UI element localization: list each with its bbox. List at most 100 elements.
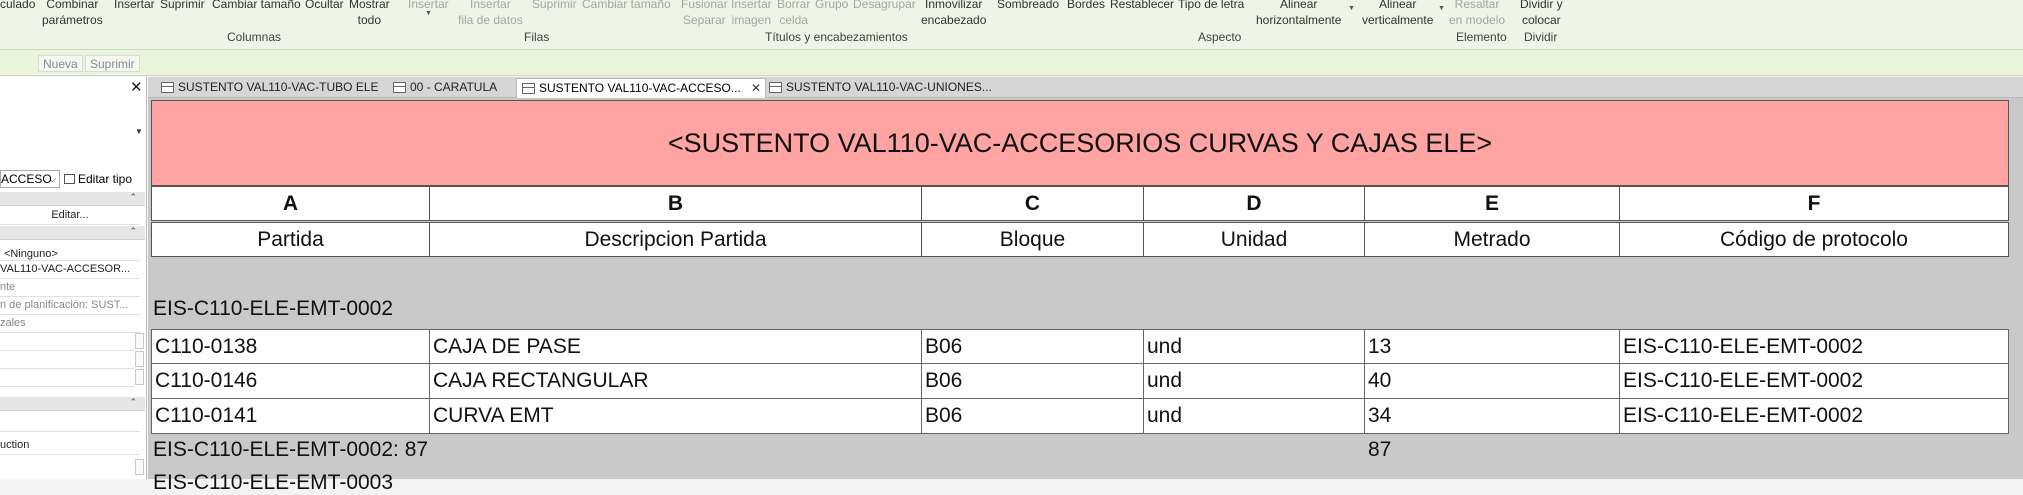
ribbon-group-label: Títulos y encabezamientos <box>765 30 908 44</box>
delete-button[interactable]: Suprimir <box>85 55 140 72</box>
next-group-header[interactable]: EIS-C110-ELE-EMT-0003 <box>153 471 393 495</box>
property-value-box[interactable] <box>135 351 144 367</box>
ribbon-button-label: Combinar <box>46 0 99 11</box>
view-tab[interactable]: 00 - CARATULA <box>388 78 516 98</box>
table-cell[interactable]: C110-0146 <box>151 364 430 399</box>
table-cell[interactable]: 40 <box>1365 364 1620 399</box>
table-cell[interactable]: EIS-C110-ELE-EMT-0002 <box>1620 399 2009 434</box>
column-header[interactable]: Unidad <box>1144 222 1365 257</box>
ribbon-button-label: Insertar <box>731 0 772 11</box>
property-value-box[interactable] <box>135 369 144 385</box>
table-cell[interactable]: CAJA DE PASE <box>430 329 922 364</box>
table-cell[interactable]: 34 <box>1365 399 1620 434</box>
table-cell[interactable]: B06 <box>922 399 1144 434</box>
column-letter-header[interactable]: A <box>151 186 430 221</box>
ribbon-button[interactable]: Mostrar todo <box>349 0 390 28</box>
ribbon-button[interactable]: Fusionar Separar <box>681 0 728 28</box>
insert-dropdown-arrow-icon[interactable]: ▼ <box>425 10 432 17</box>
schedule-view-icon <box>522 83 535 94</box>
ribbon-button[interactable]: Insertar imagen <box>731 0 772 28</box>
new-button[interactable]: Nueva <box>38 55 83 72</box>
ribbon-button[interactable]: Restablecer <box>1110 0 1174 12</box>
view-name-value[interactable]: VAL110-VAC-ACCESOR... <box>0 261 140 279</box>
ribbon-button[interactable]: Cambiar tamaño <box>582 0 671 12</box>
table-cell[interactable]: B06 <box>922 329 1144 364</box>
column-header[interactable]: Código de protocolo <box>1620 222 2009 257</box>
ribbon-button-label: Desagrupar <box>853 0 916 11</box>
schedule-view-icon <box>769 82 782 93</box>
column-header[interactable]: Partida <box>151 222 430 257</box>
ribbon-button[interactable]: Grupo <box>815 0 848 12</box>
property-row-zales: zales <box>0 315 140 333</box>
ribbon-button[interactable]: Desagrupar <box>853 0 916 12</box>
ribbon-button[interactable]: Resaltar en modelo <box>1449 0 1505 28</box>
section-header[interactable]: ⌃ <box>0 192 145 206</box>
ribbon-button-label: colocar <box>1521 13 1561 27</box>
ribbon-button[interactable]: Bordes <box>1067 0 1105 12</box>
ribbon-button[interactable]: Suprimir <box>160 0 205 12</box>
column-letter-header[interactable]: B <box>430 186 922 221</box>
table-cell[interactable]: und <box>1144 399 1365 434</box>
table-cell[interactable]: CAJA RECTANGULAR <box>430 364 922 399</box>
section-header[interactable]: ⌃ <box>0 226 145 240</box>
ribbon-button[interactable]: Alinear horizontalmente <box>1256 0 1341 28</box>
view-tabs: SUSTENTO VAL110-VAC-TUBO ELE 00 - CARATUL… <box>148 77 2023 98</box>
ribbon-button-label: verticalmente <box>1362 13 1434 27</box>
chevron-down-icon[interactable]: ▼ <box>135 127 143 136</box>
group-footer[interactable]: EIS-C110-ELE-EMT-0002: 87 <box>153 438 428 462</box>
align-vertical-dropdown-icon[interactable]: ▼ <box>1438 5 1445 12</box>
edit-type-button[interactable]: Editar tipo <box>64 170 132 188</box>
column-header[interactable]: Metrado <box>1365 222 1620 257</box>
ribbon-button-label: Bordes <box>1067 0 1106 11</box>
group-header[interactable]: EIS-C110-ELE-EMT-0002 <box>153 297 393 321</box>
column-letter-header[interactable]: F <box>1620 186 2009 221</box>
section-header[interactable]: ⌃ <box>0 397 145 411</box>
align-horizontal-dropdown-icon[interactable]: ▼ <box>1348 5 1355 12</box>
ribbon-button[interactable]: Insertar fila de datos <box>458 0 523 28</box>
column-header[interactable]: Descripcion Partida <box>430 222 922 257</box>
column-letter-header[interactable]: D <box>1144 186 1365 221</box>
view-tab[interactable]: SUSTENTO VAL110-VAC-ACCESO... ✕ <box>516 78 766 98</box>
ribbon-group-label: Filas <box>524 30 550 44</box>
table-cell[interactable]: und <box>1144 364 1365 399</box>
schedule-title[interactable]: <SUSTENTO VAL110-VAC-ACCESORIOS CURVAS Y… <box>151 100 2009 186</box>
table-cell[interactable]: und <box>1144 329 1365 364</box>
ribbon-button[interactable]: Borrar celda <box>777 0 810 28</box>
ribbon-button[interactable]: Sombreado <box>997 0 1059 12</box>
table-cell[interactable]: C110-0138 <box>151 329 430 364</box>
phase-filter-value[interactable]: <Ninguno> <box>0 247 140 261</box>
ribbon-button[interactable]: Insertar <box>114 0 155 12</box>
ribbon-button[interactable]: Cambiar tamaño <box>212 0 301 12</box>
ribbon-button-label: todo <box>357 13 382 27</box>
ribbon-button[interactable]: Dividir y colocar <box>1520 0 1563 28</box>
property-value-box[interactable] <box>135 333 144 349</box>
schedule-view: <SUSTENTO VAL110-VAC-ACCESORIOS CURVAS Y… <box>148 98 2023 494</box>
table-cell[interactable]: 13 <box>1365 329 1620 364</box>
column-letter-header[interactable]: E <box>1365 186 1620 221</box>
ribbon-button-label: en modelo <box>1449 13 1506 27</box>
ribbon-button[interactable]: Ocultar <box>305 0 344 12</box>
chevron-down-icon: ⌵ <box>49 174 56 184</box>
ribbon-button[interactable]: Alinear verticalmente <box>1362 0 1433 28</box>
ribbon-button[interactable]: Tipo de letra <box>1178 0 1244 12</box>
column-header[interactable]: Bloque <box>922 222 1144 257</box>
table-cell[interactable]: B06 <box>922 364 1144 399</box>
table-cell[interactable]: EIS-C110-ELE-EMT-0002 <box>1620 364 2009 399</box>
view-tab[interactable]: SUSTENTO VAL110-VAC-UNIONES... <box>764 78 1004 98</box>
type-selector[interactable]: ACCESO ⌵ <box>0 170 60 188</box>
ribbon-button[interactable]: culado <box>0 0 35 12</box>
table-cell[interactable]: CURVA EMT <box>430 399 922 434</box>
ribbon-button-label: Fusionar <box>681 0 728 11</box>
close-tab-icon[interactable]: ✕ <box>751 79 761 97</box>
ribbon-button[interactable]: Suprimir <box>532 0 577 12</box>
property-value-box[interactable] <box>135 459 144 475</box>
column-letter-header[interactable]: C <box>922 186 1144 221</box>
view-tab[interactable]: SUSTENTO VAL110-VAC-TUBO ELE <box>156 78 392 98</box>
ribbon-button[interactable]: Combinar parámetros <box>42 0 103 28</box>
edit-button[interactable]: Editar... <box>0 207 140 225</box>
ribbon-button-label: Tipo de letra <box>1178 0 1245 11</box>
table-cell[interactable]: EIS-C110-ELE-EMT-0002 <box>1620 329 2009 364</box>
close-icon[interactable]: ✕ <box>130 78 143 96</box>
ribbon-button[interactable]: Inmovilizar encabezado <box>921 0 986 28</box>
table-cell[interactable]: C110-0141 <box>151 399 430 434</box>
